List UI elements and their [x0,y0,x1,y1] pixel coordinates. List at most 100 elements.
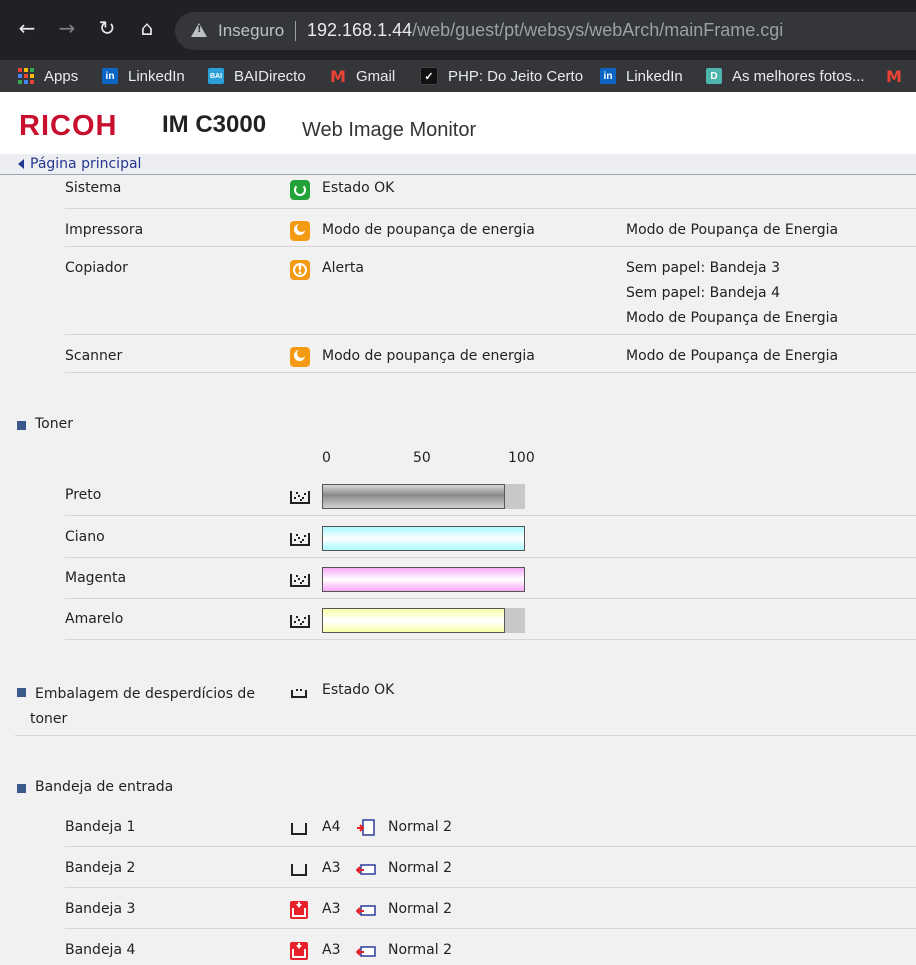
home-page-link[interactable]: Página principal [18,156,141,172]
bookmark-gmail[interactable]: M Gmail [330,64,395,88]
php-icon: ✓ [420,67,438,85]
bookmark-label: LinkedIn [128,67,185,85]
home-icon[interactable]: ⌂ [135,16,159,40]
bookmark-gmail-2[interactable]: M [886,64,912,88]
status-detail-copiador-1: Sem papel: Bandeja 3 [626,260,780,276]
tray-paper-type: Normal 2 [388,901,453,917]
status-state-sistema: Estado OK [322,180,395,196]
not-secure-warning-icon[interactable] [191,23,207,37]
gmail-icon: M [330,66,346,86]
bookmark-label: BAIDirecto [234,67,306,85]
row-divider [15,735,916,736]
status-ok-icon [290,180,310,200]
status-name-sistema: Sistema [65,180,122,196]
row-divider [65,557,916,558]
row-divider [65,372,916,373]
toner-scale-50: 50 [413,450,431,466]
section-title-line2: toner [30,711,68,727]
toner-level-fill [322,608,505,633]
tray-name: Bandeja 4 [65,942,136,958]
toner-level-bar [322,484,525,509]
tray-empty-icon [290,901,308,919]
row-divider [65,598,916,599]
browser-toolbar: ← → ↻ ⌂ Inseguro 192.168.1.44/web/guest/… [0,0,916,60]
toner-name-preto: Preto [65,487,102,503]
bookmark-label: As melhores fotos... [732,67,865,85]
status-detail-scanner: Modo de Poupança de Energia [626,348,839,364]
ricoh-logo: RICOH [19,110,118,142]
row-divider [65,846,916,847]
reload-icon[interactable]: ↻ [95,16,119,40]
back-triangle-icon [18,159,24,169]
waste-toner-state: Estado OK [322,682,395,698]
toner-name-magenta: Magenta [65,570,127,586]
section-toner: Toner [17,416,73,432]
omnibox-separator [295,21,296,41]
apps-grid-icon [18,68,34,84]
section-title: Toner [35,416,73,432]
toner-level-bar [322,567,525,592]
bookmark-label: Gmail [356,67,396,85]
tray-paper-type: Normal 2 [388,819,453,835]
status-detail-impressora: Modo de Poupança de Energia [626,222,839,238]
toner-cartridge-icon [290,612,310,628]
section-title-line1: Embalagem de desperdícios de [35,686,255,702]
url-host: 192.168.1.44 [307,20,413,40]
status-content: Sistema Estado OK Impressora Modo de pou… [0,175,916,965]
bookmark-label: LinkedIn [626,67,683,85]
row-divider [65,639,916,640]
row-divider [65,887,916,888]
tray-paper-type: Normal 2 [388,860,453,876]
energy-save-icon [290,221,310,241]
toner-level-fill [322,567,525,592]
status-name-scanner: Scanner [65,348,123,364]
tray-paper-size: A3 [322,860,341,876]
paper-portrait-feed-icon [356,819,376,837]
paper-landscape-feed-icon [355,901,376,919]
forward-arrow-icon[interactable]: → [55,16,79,40]
tray-name: Bandeja 1 [65,819,136,835]
row-divider [65,208,916,209]
tray-paper-size: A4 [322,819,341,835]
model-name: IM C3000 [162,111,267,138]
section-input-tray: Bandeja de entrada [17,779,173,795]
row-divider [65,928,916,929]
status-state-impressora: Modo de poupança de energia [322,222,535,238]
toner-level-bar [322,526,525,551]
toner-cartridge-icon [290,571,310,587]
bookmark-apps[interactable]: Apps [18,64,78,88]
section-title: Bandeja de entrada [35,779,174,795]
status-state-scanner: Modo de poupança de energia [322,348,535,364]
tray-empty-icon [290,942,308,960]
bookmark-php[interactable]: ✓ PHP: Do Jeito Certo [420,64,583,88]
bookmark-label: PHP: Do Jeito Certo [448,67,584,85]
url-text[interactable]: 192.168.1.44/web/guest/pt/websys/webArch… [307,20,783,41]
bookmarks-bar: Apps in LinkedIn BAI BAIDirecto M Gmail … [0,60,916,92]
toner-level-bar [322,608,525,633]
linkedin-icon: in [102,68,118,84]
alert-icon [290,260,310,280]
linkedin-icon: in [600,68,616,84]
toner-level-fill [322,526,525,551]
paper-landscape-feed-icon [355,860,376,878]
tray-paper-size: A3 [322,901,341,917]
toner-cartridge-icon [290,530,310,546]
breadcrumb: Página principal [0,154,916,175]
breadcrumb-label: Página principal [30,156,142,172]
bookmark-linkedin[interactable]: in LinkedIn [102,64,185,88]
address-bar[interactable]: Inseguro 192.168.1.44/web/guest/pt/websy… [175,12,916,50]
gmail-icon: M [886,66,902,86]
toner-scale-100: 100 [508,450,535,466]
section-waste-toner: Embalagem de desperdícios de toner [17,682,287,732]
row-divider [65,246,916,247]
security-label[interactable]: Inseguro [218,21,284,41]
bookmark-fotos[interactable]: D As melhores fotos... [706,64,865,88]
bookmark-linkedin-2[interactable]: in LinkedIn [600,64,683,88]
row-divider [65,515,916,516]
bookmark-baidirecto[interactable]: BAI BAIDirecto [208,64,306,88]
back-arrow-icon[interactable]: ← [15,16,39,40]
paper-landscape-feed-icon [355,942,376,960]
toner-name-amarelo: Amarelo [65,611,124,627]
tray-icon [290,860,308,878]
row-divider [65,334,916,335]
